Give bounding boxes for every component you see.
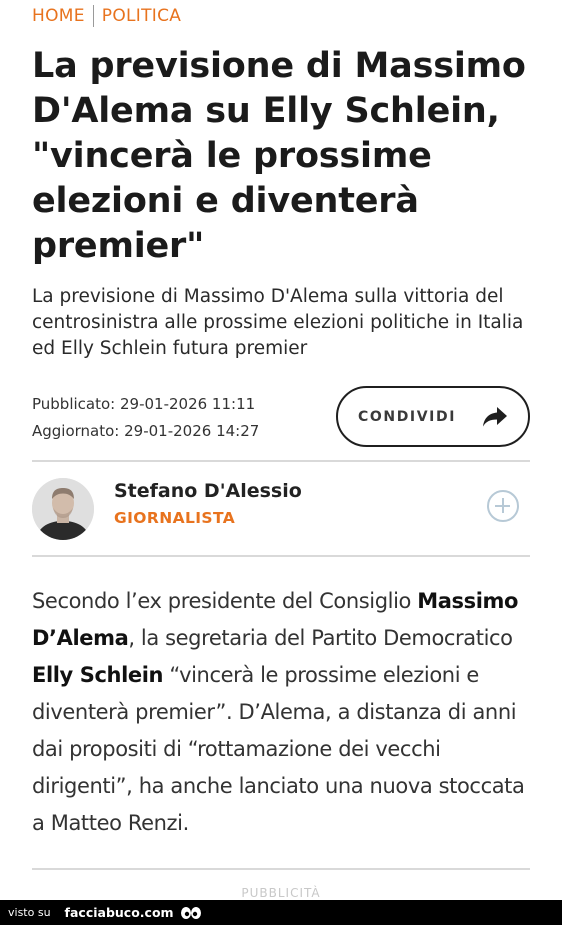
share-button[interactable]: CONDIVIDI	[336, 386, 530, 447]
published-date: Pubblicato: 29-01-2026 11:11	[32, 395, 256, 413]
author-avatar[interactable]	[32, 478, 94, 540]
article-subtitle: La previsione di Massimo D'Alema sulla v…	[32, 286, 524, 359]
author-role: GIORNALISTA	[114, 509, 236, 527]
author-card: Stefano D'Alessio GIORNALISTA	[32, 478, 530, 540]
article-title: La previsione di Massimo D'Alema su Elly…	[32, 46, 526, 266]
body-bold-schlein: Elly Schlein	[32, 663, 164, 687]
watermark-prefix: visto su	[8, 906, 51, 919]
breadcrumb-section-link[interactable]: POLITICA	[102, 6, 181, 26]
updated-date: Aggiornato: 29-01-2026 14:27	[32, 422, 260, 440]
watermark-bar: visto su facciabuco.com	[0, 900, 562, 925]
breadcrumb: HOME POLITICA	[32, 5, 181, 27]
article-body: Secondo l’ex presidente del Consiglio Ma…	[32, 583, 537, 842]
author-photo	[32, 478, 94, 540]
follow-author-button[interactable]	[487, 490, 519, 522]
share-button-label: CONDIVIDI	[358, 408, 456, 425]
watermark-site: facciabuco.com	[64, 905, 174, 920]
breadcrumb-home-link[interactable]: HOME	[32, 6, 85, 26]
breadcrumb-separator	[92, 5, 94, 27]
eyes-logo-icon	[180, 906, 202, 920]
article-dates: Pubblicato: 29-01-2026 11:11 Aggiornato:…	[32, 391, 259, 445]
body-text-1: Secondo l’ex presidente del Consiglio	[32, 589, 418, 613]
ad-label: PUBBLICITÀ	[241, 886, 321, 900]
body-text-2: , la segretaria del Partito Democratico	[128, 626, 513, 650]
divider-author	[32, 555, 530, 557]
author-name[interactable]: Stefano D'Alessio	[114, 480, 302, 502]
share-arrow-icon	[483, 406, 507, 426]
divider-bottom	[32, 868, 530, 870]
divider-top	[32, 460, 530, 462]
body-text-3: “vincerà le prossime elezioni e diventer…	[32, 663, 525, 835]
